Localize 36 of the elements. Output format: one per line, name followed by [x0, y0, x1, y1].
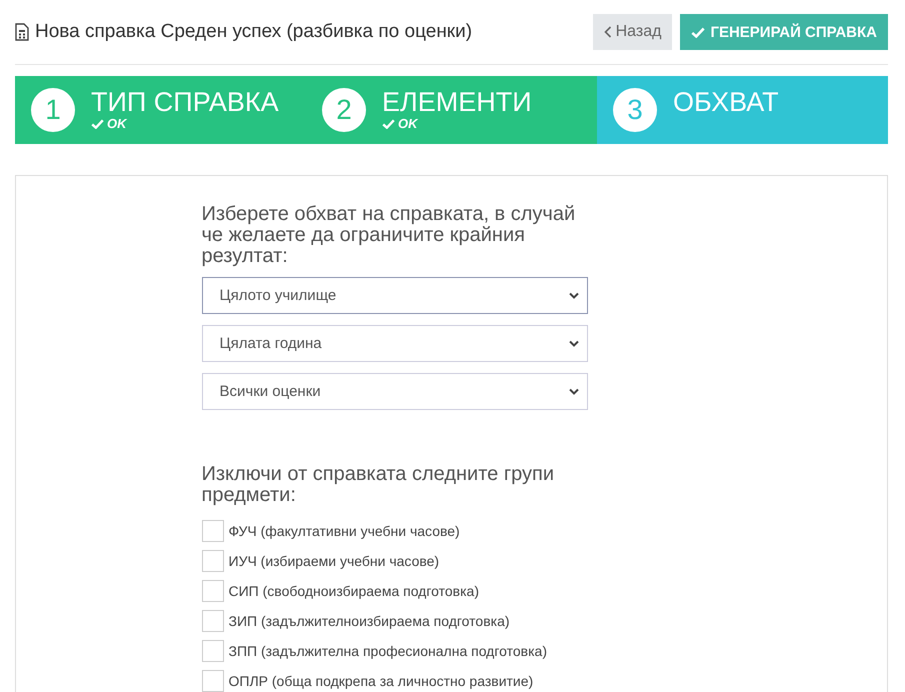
- step-status: OK: [91, 116, 279, 131]
- calculator-document-icon: [15, 23, 29, 41]
- step-number: 1: [31, 88, 75, 132]
- step-label: ОБХВАТ: [673, 88, 779, 116]
- generate-report-button[interactable]: ГЕНЕРИРАЙ СПРАВКА: [680, 14, 888, 50]
- step-label: ЕЛЕМЕНТИ: [382, 88, 532, 116]
- step-status: OK: [382, 116, 532, 131]
- checkbox-label: ЗПП (задължителна професионална подготовка): [228, 643, 547, 659]
- scope-dropdown[interactable]: Всички оценки: [202, 373, 588, 410]
- checkbox-label: ИУЧ (избираеми учебни часове): [228, 553, 440, 569]
- checkbox[interactable]: [202, 520, 224, 542]
- exclude-prompt: Изключи от справката следните групи предмети:: [202, 464, 556, 506]
- scope-dropdown[interactable]: Цялото училище: [202, 277, 588, 314]
- page-title: Нова справка Среден успех (разбивка по оценки): [35, 21, 472, 43]
- checkbox-label: ОПЛР (обща подкрепа за личностно развитие): [228, 673, 534, 689]
- checkbox-label: СИП (свободноизбираема подготовка): [228, 583, 479, 599]
- step-label: ТИП СПРАВКА: [91, 88, 279, 116]
- chevron-down-icon: [568, 340, 578, 347]
- scope-dropdown[interactable]: Цялата година: [202, 325, 588, 362]
- checkbox[interactable]: [202, 640, 224, 662]
- back-button[interactable]: Назад: [592, 14, 672, 50]
- checkbox[interactable]: [202, 550, 224, 572]
- step-number: 3: [613, 88, 657, 132]
- checkbox[interactable]: [202, 580, 224, 602]
- chevron-down-icon: [568, 292, 578, 299]
- checkbox-label: ЗИП (задължителноизбираема подготовка): [228, 613, 510, 629]
- chevron-down-icon: [568, 388, 578, 395]
- checkbox-label: ФУЧ (факултативни учебни часове): [228, 523, 460, 539]
- check-icon: [382, 118, 395, 128]
- check-icon: [691, 26, 706, 38]
- checkbox[interactable]: [202, 610, 224, 632]
- checkbox[interactable]: [202, 670, 224, 692]
- scope-prompt: Изберете обхват на справката, в случай че желаете да ограничите крайния резултат:: [202, 204, 576, 267]
- chevron-left-icon: [604, 26, 612, 38]
- step-number: 2: [322, 88, 366, 132]
- check-icon: [91, 118, 104, 128]
